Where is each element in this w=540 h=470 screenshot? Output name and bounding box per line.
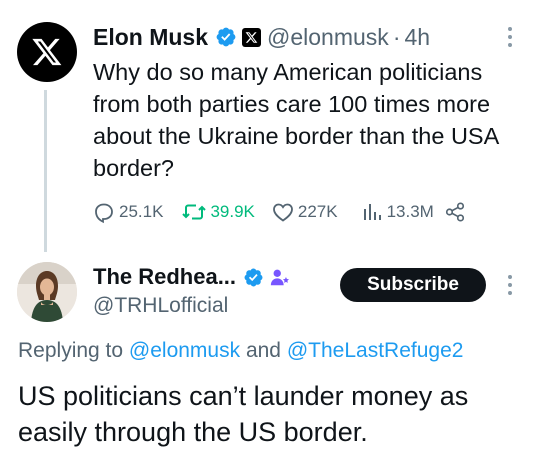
reply-icon [95, 203, 113, 224]
reply-button[interactable]: 25.1K [92, 200, 163, 224]
reply-author-name[interactable]: The Redhea... [93, 264, 236, 290]
reply-count: 25.1K [119, 202, 164, 221]
views-button[interactable]: 13.3M [360, 200, 434, 224]
profile-photo-icon [17, 262, 77, 322]
replying-prefix: Replying to [18, 339, 124, 362]
like-count: 227K [297, 202, 338, 221]
repost-count: 39.9K [210, 202, 255, 221]
share-icon [445, 202, 464, 222]
repost-button[interactable]: 39.9K [181, 200, 255, 224]
avatar-elon[interactable] [17, 22, 77, 82]
share-button[interactable] [444, 201, 469, 223]
tweet-text: Why do so many American politicians from… [93, 59, 498, 181]
heart-icon [272, 203, 293, 222]
author-name[interactable]: Elon Musk [93, 24, 208, 51]
more-options-icon[interactable] [508, 275, 512, 295]
dot-separator: · [392, 23, 401, 50]
avatar-redhead[interactable] [17, 262, 77, 322]
x-logo-icon [32, 38, 62, 66]
like-button[interactable]: 227K [271, 200, 338, 224]
and-word: and [245, 339, 281, 362]
replying-to: Replying to @elonmusk and @TheLastRefuge… [18, 339, 463, 363]
view-count: 13.3M [386, 202, 434, 221]
reply-header: The Redhea... [93, 262, 291, 292]
tweet-header: Elon Musk @elonmusk · 4h [93, 20, 430, 54]
subscribe-button[interactable]: Subscribe [340, 268, 486, 302]
mention-link[interactable]: @TheLastRefuge2 [287, 339, 464, 362]
author-handle[interactable]: @elonmusk [267, 24, 389, 51]
reply-text: US politicians can’t launder money as ea… [18, 381, 469, 447]
reply-author-handle[interactable]: @TRHLofficial [93, 294, 228, 318]
thread-line [44, 90, 47, 252]
tweet-time[interactable]: 4h [404, 24, 430, 51]
more-options-icon[interactable] [508, 27, 512, 47]
subscriber-badge-icon [270, 269, 290, 286]
verified-badge-icon [244, 268, 263, 286]
views-chart-icon [363, 204, 381, 220]
tweet-actions: 25.1K 39.9K 227K 13.3M [92, 198, 469, 226]
repost-icon [182, 204, 207, 220]
mention-link[interactable]: @elonmusk [129, 339, 240, 362]
verified-badge-icon [216, 27, 236, 47]
x-affiliate-badge-icon [242, 27, 262, 47]
